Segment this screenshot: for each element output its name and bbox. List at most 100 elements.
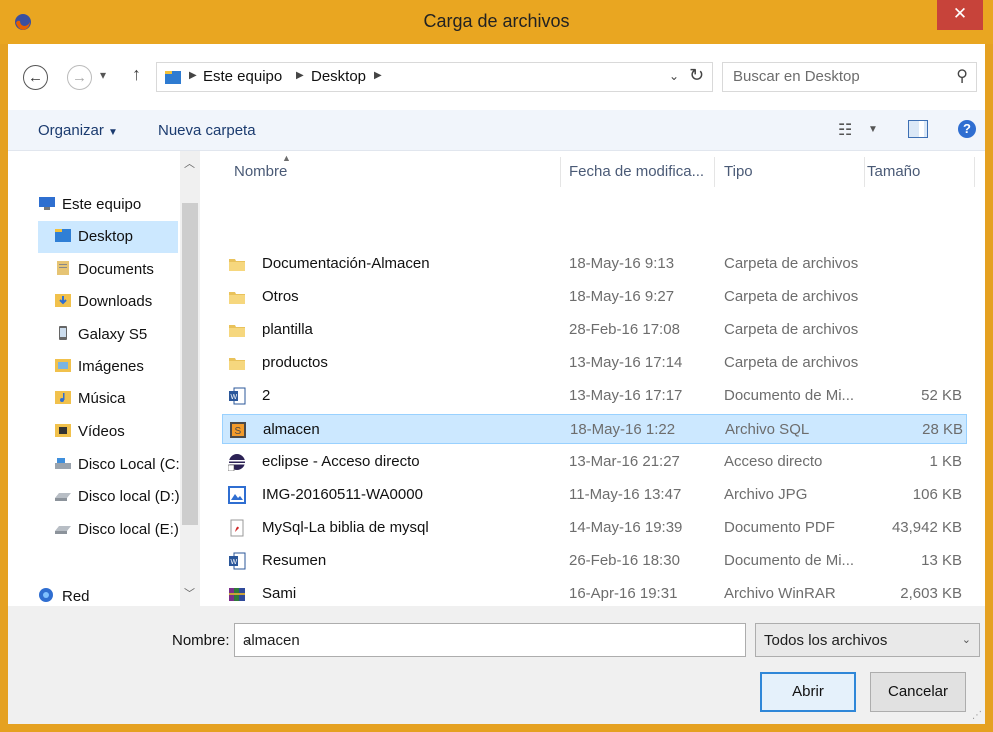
- column-divider[interactable]: [560, 157, 561, 187]
- cancel-button[interactable]: Cancelar: [870, 672, 966, 712]
- folder-icon: [229, 358, 245, 370]
- file-name: Resumen: [262, 552, 327, 569]
- breadcrumb-este-equipo[interactable]: Este equipo: [203, 68, 282, 85]
- resize-grip-icon[interactable]: ⋰: [972, 710, 982, 721]
- file-size: 52 KB: [921, 387, 962, 404]
- nav-item-videos[interactable]: Vídeos: [54, 418, 125, 446]
- file-date: 18-May-16 9:27: [569, 288, 675, 305]
- file-row[interactable]: W 2 13-May-16 17:17 Documento de Mi... 5…: [222, 381, 967, 411]
- svg-text:S: S: [235, 426, 242, 437]
- column-header-type[interactable]: Tipo: [724, 163, 753, 180]
- svg-text:W: W: [231, 559, 238, 566]
- nav-item-imagenes[interactable]: Imágenes: [54, 353, 144, 381]
- winrar-archive-icon: [229, 588, 245, 601]
- file-open-dialog: Carga de archivos ✕ ← → ▾ ↑ ▶ Este equip…: [0, 0, 993, 732]
- column-header-size[interactable]: Tamaño: [867, 163, 920, 180]
- file-type: Archivo SQL: [725, 421, 810, 438]
- open-button[interactable]: Abrir: [760, 672, 856, 712]
- breadcrumb-separator-icon: ▶: [296, 70, 304, 81]
- command-bar: Organizar ▼ Nueva carpeta ☷ ▼ ?: [8, 110, 985, 151]
- address-history-chevron-icon[interactable]: ⌄: [669, 69, 679, 83]
- scroll-down-icon[interactable]: ﹀: [184, 585, 195, 601]
- nav-item-musica[interactable]: Música: [54, 385, 126, 413]
- close-button[interactable]: ✕: [937, 0, 983, 30]
- arrow-right-icon: →: [72, 69, 87, 86]
- nav-item-disco-d[interactable]: Disco local (D:): [54, 483, 180, 511]
- file-row[interactable]: MySql-La biblia de mysql 14-May-16 19:39…: [222, 513, 967, 543]
- search-input[interactable]: Buscar en Desktop ⚲: [722, 62, 977, 92]
- search-icon: ⚲: [956, 68, 968, 85]
- folder-icon: [229, 292, 245, 304]
- file-name: plantilla: [262, 321, 313, 338]
- title-bar[interactable]: Carga de archivos ✕: [0, 0, 993, 44]
- file-size: 1 KB: [929, 453, 962, 470]
- file-row[interactable]: W Resumen 26-Feb-16 18:30 Documento de M…: [222, 546, 967, 576]
- forward-button[interactable]: →: [67, 65, 92, 90]
- file-row[interactable]: productos 13-May-16 17:14 Carpeta de arc…: [222, 348, 967, 378]
- folder-icon: [229, 259, 245, 271]
- file-row[interactable]: eclipse - Acceso directo 13-Mar-16 21:27…: [222, 447, 967, 477]
- nav-item-disco-c[interactable]: Disco Local (C:): [54, 451, 185, 479]
- file-date: 18-May-16 1:22: [570, 421, 676, 438]
- file-type: Carpeta de archivos: [724, 255, 859, 272]
- navigation-pane: Este equipo Desktop Documents Downloads …: [8, 151, 201, 606]
- column-divider[interactable]: [864, 157, 865, 187]
- column-header-date[interactable]: Fecha de modifica...: [569, 163, 704, 180]
- column-divider[interactable]: [974, 157, 975, 187]
- file-name: eclipse - Acceso directo: [262, 453, 420, 470]
- address-bar[interactable]: ▶ Este equipo ▶ Desktop ▶ ⌄ ↻: [156, 62, 713, 92]
- file-row[interactable]: Sami 16-Apr-16 19:31 Archivo WinRAR 2,60…: [222, 579, 967, 609]
- file-type: Documento PDF: [724, 519, 835, 536]
- breadcrumb-desktop[interactable]: Desktop: [311, 68, 366, 85]
- file-type-select[interactable]: Todos los archivos ⌄: [755, 623, 980, 657]
- sql-file-icon: S: [230, 422, 246, 438]
- nav-item-este-equipo[interactable]: Este equipo: [38, 191, 141, 219]
- view-chevron-down-icon[interactable]: ▼: [868, 124, 878, 135]
- file-list: ▲ Nombre Fecha de modifica... Tipo Tamañ…: [200, 151, 985, 606]
- file-row[interactable]: Documentación-Almacen 18-May-16 9:13 Car…: [222, 249, 967, 279]
- network-icon: [39, 588, 53, 602]
- file-name: Otros: [262, 288, 299, 305]
- phone-icon: [59, 326, 67, 340]
- nav-scrollbar[interactable]: ︿ ﹀: [180, 151, 200, 606]
- new-folder-button[interactable]: Nueva carpeta: [158, 122, 256, 139]
- nav-item-disco-e[interactable]: Disco local (E:): [54, 516, 179, 544]
- chevron-down-icon[interactable]: ⌄: [243, 633, 737, 646]
- chevron-down-icon: ▼: [108, 127, 118, 138]
- computer-icon: [39, 197, 55, 210]
- file-name: Documentación-Almacen: [262, 255, 430, 272]
- recent-locations-chevron-icon[interactable]: ▾: [100, 68, 106, 82]
- file-row[interactable]: Otros 18-May-16 9:27 Carpeta de archivos: [222, 282, 967, 312]
- drive-icon: [55, 493, 71, 501]
- file-row-selected[interactable]: S almacen 18-May-16 1:22 Archivo SQL 28 …: [222, 414, 967, 444]
- file-date: 13-May-16 17:14: [569, 354, 683, 371]
- nav-item-downloads[interactable]: Downloads: [54, 288, 152, 316]
- file-date: 13-Mar-16 21:27: [569, 453, 680, 470]
- back-button[interactable]: ←: [23, 65, 48, 90]
- scroll-up-icon[interactable]: ︿: [184, 155, 195, 171]
- refresh-icon[interactable]: ↻: [689, 65, 704, 86]
- preview-pane-icon[interactable]: [908, 120, 928, 138]
- nav-item-documents[interactable]: Documents: [54, 256, 154, 284]
- nav-item-desktop[interactable]: Desktop: [54, 223, 133, 251]
- dialog-body: ← → ▾ ↑ ▶ Este equipo ▶ Desktop ▶ ⌄ ↻ Bu…: [8, 44, 985, 724]
- file-row[interactable]: IMG-20160511-WA0000 11-May-16 13:47 Arch…: [222, 480, 967, 510]
- filename-input[interactable]: almacen ⌄: [234, 623, 746, 657]
- file-size: 43,942 KB: [891, 519, 962, 536]
- scrollbar-thumb[interactable]: [182, 203, 198, 525]
- column-header-name[interactable]: Nombre: [234, 163, 287, 180]
- file-size: 13 KB: [921, 552, 962, 569]
- organize-menu[interactable]: Organizar ▼: [38, 122, 118, 139]
- filename-label: Nombre:: [172, 632, 230, 649]
- word-doc-icon: W: [229, 552, 246, 570]
- up-arrow-icon[interactable]: ↑: [132, 64, 141, 85]
- column-divider[interactable]: [714, 157, 715, 187]
- downloads-icon: [55, 294, 71, 307]
- view-options-icon[interactable]: ☷: [838, 120, 852, 140]
- eclipse-shortcut-icon: [228, 454, 245, 471]
- file-type: Carpeta de archivos: [724, 321, 859, 338]
- nav-item-galaxy-s5[interactable]: Galaxy S5: [54, 321, 147, 349]
- file-row[interactable]: plantilla 28-Feb-16 17:08 Carpeta de arc…: [222, 315, 967, 345]
- help-icon[interactable]: ?: [958, 120, 976, 138]
- arrow-left-icon: ←: [28, 69, 43, 86]
